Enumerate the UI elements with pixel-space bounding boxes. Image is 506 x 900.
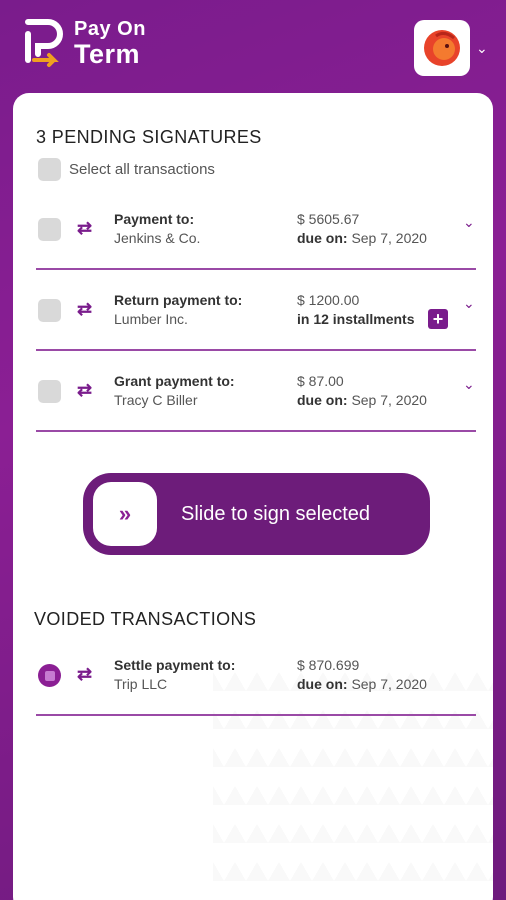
payment-type: Payment to:	[114, 211, 195, 227]
due-label: due on:	[297, 230, 348, 246]
amount: $ 1200.00	[297, 292, 360, 308]
transfer-icon: ⇄	[77, 664, 93, 684]
transaction-row[interactable]: ⇄ Payment to: Jenkins & Co. $ 5605.67 du…	[36, 190, 476, 270]
row-checkbox[interactable]	[38, 380, 61, 403]
payee-name: Jenkins & Co.	[114, 230, 201, 246]
payment-type: Return payment to:	[114, 292, 243, 308]
payonterm-logo-icon	[25, 19, 63, 67]
transfer-icon: ⇄	[77, 380, 93, 400]
due-label: due on:	[297, 676, 348, 692]
installments: in 12 installments	[297, 311, 415, 327]
due-date: Sep 7, 2020	[351, 230, 427, 246]
amount: $ 87.00	[297, 373, 344, 389]
transaction-row[interactable]: ⇄ Grant payment to: Tracy C Biller $ 87.…	[36, 352, 476, 432]
voided-transaction-row[interactable]: ⇄ Settle payment to: Trip LLC $ 870.699 …	[36, 636, 476, 716]
transaction-row[interactable]: ⇄ Return payment to: Lumber Inc. $ 1200.…	[36, 271, 476, 351]
payee-name: Trip LLC	[114, 676, 168, 692]
double-chevron-right-icon[interactable]: »	[93, 482, 157, 546]
select-all-checkbox[interactable]	[38, 158, 61, 181]
select-all-label: Select all transactions	[69, 161, 215, 178]
row-checkbox[interactable]	[38, 218, 61, 241]
plus-icon[interactable]: +	[428, 309, 448, 329]
avatar[interactable]	[414, 20, 470, 76]
transfer-icon: ⇄	[77, 299, 93, 319]
due-date: Sep 7, 2020	[351, 392, 427, 408]
voided-status-icon[interactable]	[38, 664, 61, 687]
transfer-icon: ⇄	[77, 218, 93, 238]
account-menu[interactable]: ⌄	[414, 20, 488, 76]
logo-text-line2: Term	[74, 38, 141, 69]
logo-text-line1: Pay On	[74, 17, 146, 40]
voided-transactions-title: VOIDED TRANSACTIONS	[34, 609, 257, 629]
pending-signatures-title: 3 PENDING SIGNATURES	[36, 127, 262, 147]
payee-name: Tracy C Biller	[114, 392, 198, 408]
slide-to-sign-slider[interactable]: » Slide to sign selected	[83, 473, 430, 555]
select-all-transactions[interactable]: Select all transactions	[38, 158, 215, 181]
slider-label: Slide to sign selected	[181, 502, 371, 525]
expand-chevron-icon[interactable]: ⌄	[463, 376, 475, 393]
app-logo: Pay On Term	[24, 18, 146, 68]
payment-type: Grant payment to:	[114, 373, 235, 389]
amount: $ 870.699	[297, 657, 360, 673]
payee-name: Lumber Inc.	[114, 311, 188, 327]
due-label: due on:	[297, 392, 348, 408]
chevron-down-icon[interactable]: ⌄	[476, 40, 488, 57]
expand-chevron-icon[interactable]: ⌄	[463, 295, 475, 312]
expand-chevron-icon[interactable]: ⌄	[463, 214, 475, 231]
row-checkbox[interactable]	[38, 299, 61, 322]
due-date: Sep 7, 2020	[351, 676, 427, 692]
payment-type: Settle payment to:	[114, 657, 236, 673]
lion-avatar-icon	[424, 30, 460, 66]
amount: $ 5605.67	[297, 211, 360, 227]
main-card: 3 PENDING SIGNATURES Select all transact…	[13, 93, 493, 900]
app-header: Pay On Term ⌄	[0, 0, 506, 92]
